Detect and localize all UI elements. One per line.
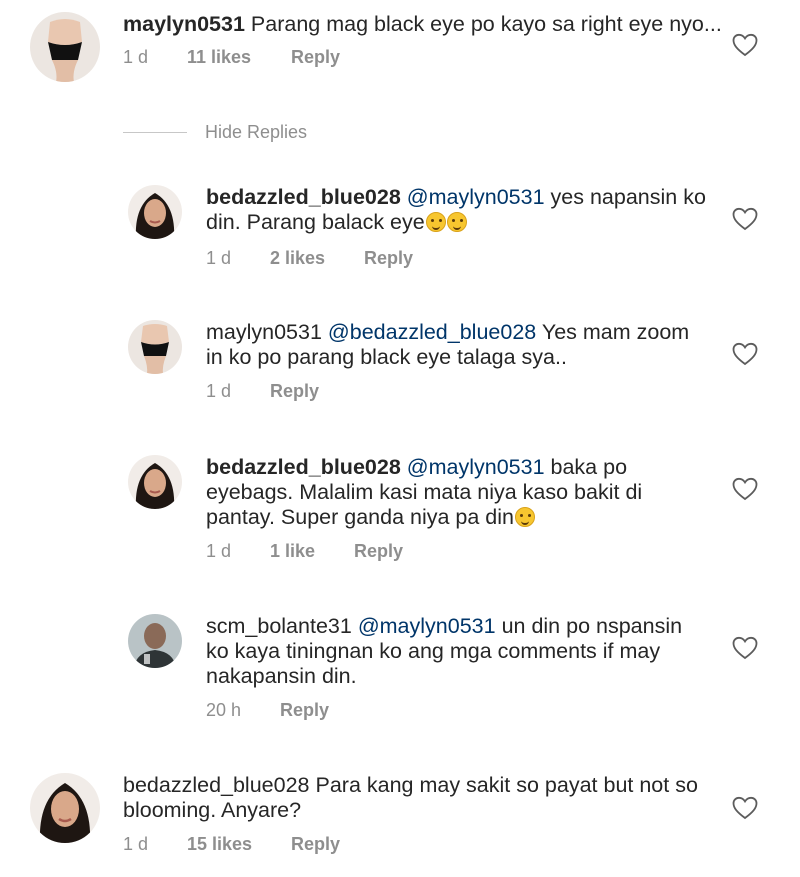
comment-username[interactable]: bedazzled_blue028 xyxy=(206,455,401,479)
comment-likes[interactable]: 1 like xyxy=(270,541,354,562)
divider xyxy=(123,132,187,133)
comment-username[interactable]: maylyn0531 xyxy=(206,320,322,344)
avatar[interactable] xyxy=(30,12,100,82)
comment-likes[interactable]: 11 likes xyxy=(187,47,291,68)
mention-link[interactable]: @bedazzled_blue028 xyxy=(328,320,536,344)
reply-button[interactable]: Reply xyxy=(364,248,413,269)
smiling-face-icon xyxy=(515,507,536,527)
comment-likes[interactable]: 2 likes xyxy=(270,248,364,269)
mention-link[interactable]: @maylyn0531 xyxy=(407,455,545,479)
heart-icon[interactable] xyxy=(732,477,758,501)
heart-icon[interactable] xyxy=(732,636,758,660)
comment-timestamp: 1 d xyxy=(123,47,149,67)
mention-link[interactable]: @maylyn0531 xyxy=(407,185,545,209)
comment-timestamp: 20 h xyxy=(206,700,242,720)
avatar[interactable] xyxy=(128,320,182,374)
comment-timestamp: 1 d xyxy=(123,834,149,854)
reply-button[interactable]: Reply xyxy=(270,381,319,402)
thinking-face-icon xyxy=(425,212,446,232)
comment-message: Parang mag black eye po kayo sa right ey… xyxy=(250,12,722,36)
avatar[interactable] xyxy=(30,773,100,843)
comment-username[interactable]: maylyn0531 xyxy=(123,12,245,36)
comment-timestamp: 1 d xyxy=(206,381,232,401)
reply-button[interactable]: Reply xyxy=(354,541,403,562)
reply-button[interactable]: Reply xyxy=(291,47,340,68)
reply-button[interactable]: Reply xyxy=(291,834,340,855)
avatar[interactable] xyxy=(128,185,182,239)
comment-text: bedazzled_blue028 @maylyn0531 yes napans… xyxy=(206,185,706,235)
thinking-face-icon xyxy=(446,212,467,232)
avatar[interactable] xyxy=(128,455,182,509)
comment-timestamp: 1 d xyxy=(206,248,232,268)
comment-username[interactable]: bedazzled_blue028 xyxy=(206,185,401,209)
avatar[interactable] xyxy=(128,614,182,668)
comment-timestamp: 1 d xyxy=(206,541,232,561)
hide-replies-label: Hide Replies xyxy=(205,122,308,142)
heart-icon[interactable] xyxy=(732,33,758,57)
comment-text: bedazzled_blue028 @maylyn0531 baka po ey… xyxy=(206,455,706,530)
heart-icon[interactable] xyxy=(732,342,758,366)
reply-button[interactable]: Reply xyxy=(280,700,329,721)
heart-icon[interactable] xyxy=(732,207,758,231)
comment-username[interactable]: bedazzled_blue028 xyxy=(123,773,310,797)
comment-likes[interactable]: 15 likes xyxy=(187,834,291,855)
comment-text: scm_bolante31 @maylyn0531 un din po nspa… xyxy=(206,614,706,689)
mention-link[interactable]: @maylyn0531 xyxy=(358,614,496,638)
comment-text: maylyn0531 @bedazzled_blue028 Yes mam zo… xyxy=(206,320,706,370)
comment-text: bedazzled_blue028 Para kang may sakit so… xyxy=(123,773,703,823)
hide-replies-button[interactable]: Hide Replies xyxy=(123,122,307,143)
heart-icon[interactable] xyxy=(732,796,758,820)
comment-username[interactable]: scm_bolante31 xyxy=(206,614,352,638)
comment-text: maylyn0531 Parang mag black eye po kayo … xyxy=(123,12,723,37)
